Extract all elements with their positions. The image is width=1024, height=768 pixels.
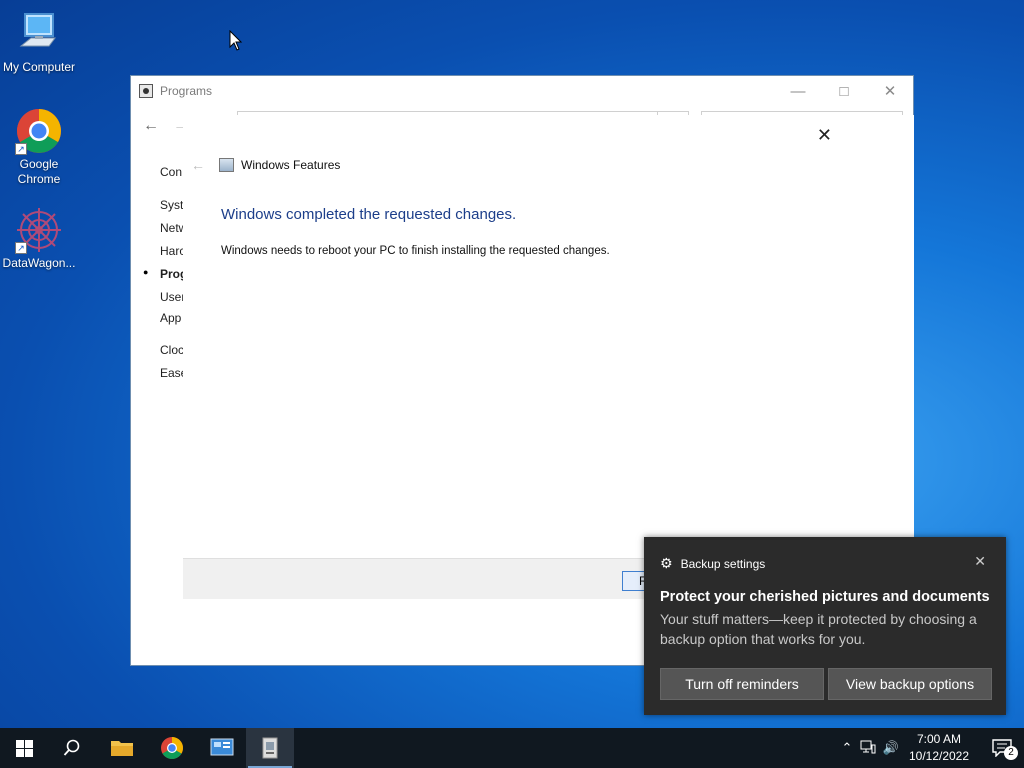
system-tray: ⌃ 🔊 xyxy=(838,728,902,768)
desktop-icon-my-computer[interactable]: My Computer xyxy=(0,10,78,75)
window-title: Programs xyxy=(160,84,213,98)
search-icon xyxy=(63,739,80,756)
installer-icon xyxy=(262,737,278,759)
dialog-message: Windows needs to reboot your PC to finis… xyxy=(221,245,610,257)
view-backup-options-button[interactable]: View backup options xyxy=(828,668,992,700)
sidebar-item-clock[interactable]: Cloc xyxy=(160,339,184,362)
backup-notification: ⚙ Backup settings ✕ Protect your cherish… xyxy=(644,537,1006,715)
volume-icon[interactable]: 🔊 xyxy=(880,740,902,756)
taskbar-control-panel[interactable] xyxy=(198,728,246,768)
sidebar-item-appearance[interactable]: App Pers xyxy=(160,309,184,339)
datawagon-icon: ↗ xyxy=(15,206,63,254)
sidebar: Con Syste Netw Harc Prog User App Pers C… xyxy=(160,161,184,385)
taskbar-chrome[interactable] xyxy=(148,728,196,768)
dialog-title: Windows Features xyxy=(241,158,341,172)
windows-features-icon xyxy=(219,158,234,172)
turn-off-reminders-button[interactable]: Turn off reminders xyxy=(660,668,824,700)
desktop-icon-datawagon[interactable]: ↗ DataWagon... xyxy=(0,206,78,271)
desktop-icon-label: DataWagon... xyxy=(2,256,76,270)
close-button[interactable]: ✕ xyxy=(867,76,913,106)
desktop-icon-label: My Computer xyxy=(2,60,76,74)
back-arrow-icon[interactable]: ← xyxy=(143,117,159,135)
clock[interactable]: 7:00 AM 10/12/2022 xyxy=(902,731,976,765)
sidebar-item-hardware[interactable]: Harc xyxy=(160,240,184,263)
action-center-button[interactable]: 2 xyxy=(980,728,1024,768)
windows-logo-icon xyxy=(15,739,33,757)
sidebar-item-programs[interactable]: Prog xyxy=(160,263,184,286)
dialog-header: ← Windows Features xyxy=(191,157,340,173)
start-button[interactable] xyxy=(0,728,48,768)
gear-icon: ⚙ xyxy=(660,555,673,571)
dialog-heading: Windows completed the requested changes. xyxy=(221,206,517,223)
sidebar-item-control-panel-home[interactable]: Con xyxy=(160,161,184,184)
back-arrow-icon[interactable]: ← xyxy=(191,157,205,173)
sidebar-item-system[interactable]: Syste xyxy=(160,194,184,217)
desktop-icon-google-chrome[interactable]: ↗ Google Chrome xyxy=(0,107,78,187)
sidebar-item-ease-of-access[interactable]: Ease xyxy=(160,362,184,385)
network-icon[interactable] xyxy=(856,740,880,757)
computer-icon xyxy=(15,10,63,58)
dialog-close-button[interactable]: ✕ xyxy=(817,125,832,146)
show-hidden-icons-chevron-icon[interactable]: ⌃ xyxy=(838,740,856,756)
toast-header: ⚙ Backup settings xyxy=(660,555,765,572)
control-panel-icon xyxy=(210,738,234,756)
chrome-icon xyxy=(161,737,183,759)
maximize-button[interactable]: □ xyxy=(821,76,867,106)
sidebar-item-user-accounts[interactable]: User xyxy=(160,286,184,309)
taskbar: ⌃ 🔊 7:00 AM 10/12/2022 2 xyxy=(0,728,1024,768)
active-bullet-icon: ● xyxy=(143,267,149,277)
desktop-icon-label: Google Chrome xyxy=(17,157,61,186)
toast-app-name: Backup settings xyxy=(680,556,766,571)
window-controls: — □ ✕ xyxy=(775,76,913,106)
taskbar-file-explorer[interactable] xyxy=(98,728,146,768)
clock-date: 10/12/2022 xyxy=(908,749,970,763)
shortcut-arrow-icon: ↗ xyxy=(15,242,27,254)
mouse-cursor-icon xyxy=(229,29,243,55)
sidebar-item-network[interactable]: Netw xyxy=(160,217,184,240)
folder-icon xyxy=(111,741,133,756)
toast-body: Your stuff matters—keep it protected by … xyxy=(660,611,977,647)
minimize-button[interactable]: — xyxy=(775,76,821,106)
taskbar-windows-features[interactable] xyxy=(246,728,294,768)
toast-close-button[interactable]: ✕ xyxy=(974,553,986,570)
search-button[interactable] xyxy=(48,728,96,768)
notification-count-badge: 2 xyxy=(1004,746,1018,760)
shortcut-arrow-icon: ↗ xyxy=(15,143,27,155)
windows-features-dialog: ✕ ← Windows Features Windows completed t… xyxy=(183,115,914,599)
clock-time: 7:00 AM xyxy=(916,732,962,746)
chrome-icon: ↗ xyxy=(15,107,63,155)
toast-title: Protect your cherished pictures and docu… xyxy=(660,589,990,605)
control-panel-icon xyxy=(139,84,153,98)
